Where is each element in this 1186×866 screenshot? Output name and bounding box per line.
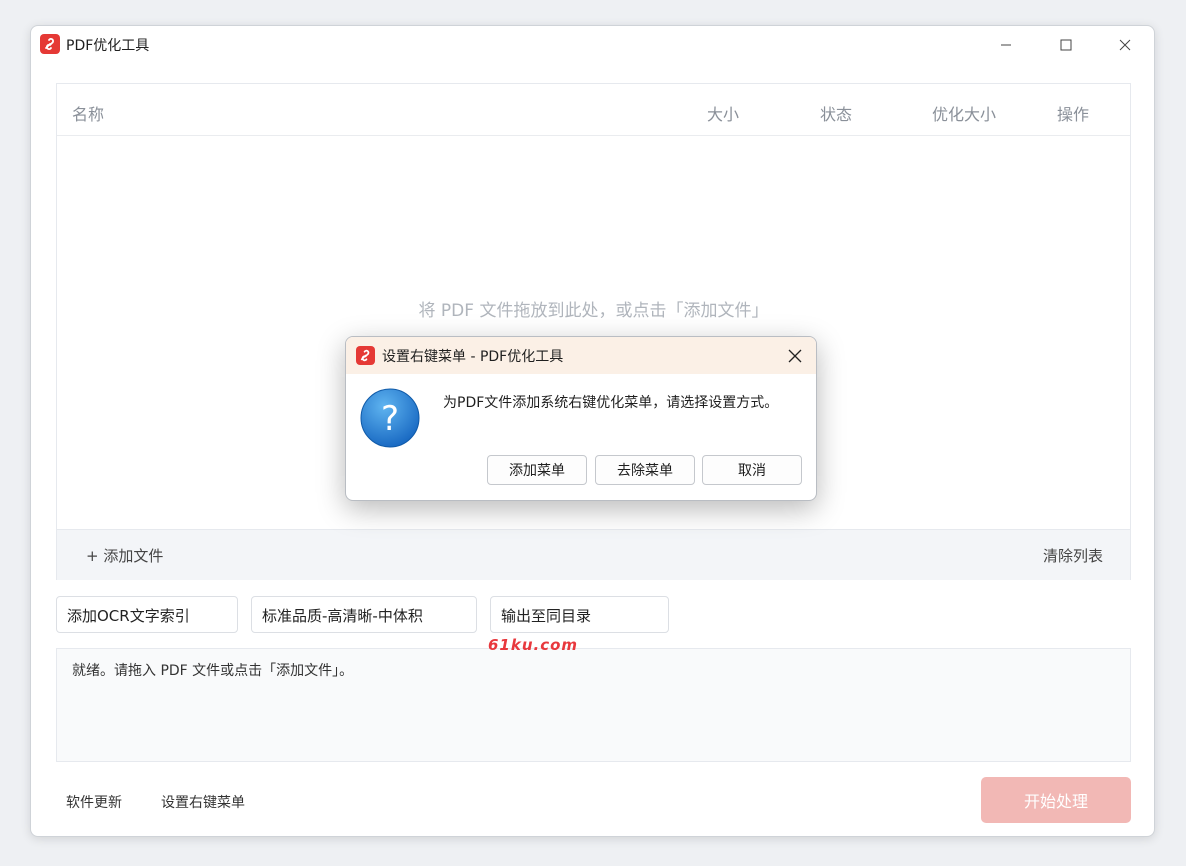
column-name: 名称 xyxy=(72,105,105,124)
clear-list-button[interactable]: 清除列表 xyxy=(1043,545,1103,566)
minimize-icon xyxy=(1001,44,1011,46)
output-option-select[interactable]: 输出至同目录 xyxy=(490,596,669,633)
pdf-logo-icon xyxy=(40,34,60,54)
software-update-link[interactable]: 软件更新 xyxy=(66,792,122,812)
pdf-logo-icon xyxy=(356,346,375,365)
close-button[interactable] xyxy=(1102,30,1148,60)
start-processing-button[interactable]: 开始处理 xyxy=(981,777,1131,823)
file-list-panel[interactable]: 名称 大小 状态 优化大小 操作 将 PDF 文件拖放到此处，或点击「添加文件」… xyxy=(56,83,1131,580)
question-icon: ? xyxy=(359,387,421,449)
title-bar: PDF优化工具 xyxy=(31,26,1154,64)
add-menu-button[interactable]: 添加菜单 xyxy=(487,455,587,485)
context-menu-dialog: 设置右键菜单 - PDF优化工具 ? 为PDF文件添加系统右键优化菜单，请选择设… xyxy=(345,336,817,501)
add-file-button[interactable]: + 添加文件 xyxy=(86,545,163,566)
close-icon xyxy=(788,349,802,363)
dialog-title-bar: 设置右键菜单 - PDF优化工具 xyxy=(346,337,816,374)
column-optimized-size: 优化大小 xyxy=(932,105,997,124)
file-list-header: 名称 大小 状态 优化大小 操作 xyxy=(57,84,1130,136)
remove-menu-button[interactable]: 去除菜单 xyxy=(595,455,695,485)
drop-zone-hint: 将 PDF 文件拖放到此处，或点击「添加文件」 xyxy=(418,301,769,321)
dialog-message: 为PDF文件添加系统右键优化菜单，请选择设置方式。 xyxy=(443,395,779,411)
maximize-icon xyxy=(1060,39,1072,51)
close-icon xyxy=(1119,39,1131,51)
quality-option-select[interactable]: 标准品质-高清晰-中体积 xyxy=(251,596,477,633)
dialog-close-button[interactable] xyxy=(782,343,808,369)
window-title: PDF优化工具 xyxy=(66,38,150,54)
dialog-title: 设置右键菜单 - PDF优化工具 xyxy=(382,349,564,365)
maximize-button[interactable] xyxy=(1043,30,1089,60)
column-size: 大小 xyxy=(707,105,740,124)
context-menu-link[interactable]: 设置右键菜单 xyxy=(161,792,245,812)
column-status: 状态 xyxy=(820,105,853,124)
watermark: 61ku.com xyxy=(488,636,579,654)
column-actions: 操作 xyxy=(1057,105,1090,124)
log-text: 就绪。请拖入 PDF 文件或点击「添加文件」。 xyxy=(72,663,354,679)
cancel-button[interactable]: 取消 xyxy=(702,455,802,485)
minimize-button[interactable] xyxy=(983,30,1029,60)
ocr-option-select[interactable]: 添加OCR文字索引 xyxy=(56,596,238,633)
file-list-footer: + 添加文件 清除列表 xyxy=(57,529,1130,580)
svg-text:?: ? xyxy=(381,399,399,439)
log-output: 就绪。请拖入 PDF 文件或点击「添加文件」。 xyxy=(56,648,1131,762)
